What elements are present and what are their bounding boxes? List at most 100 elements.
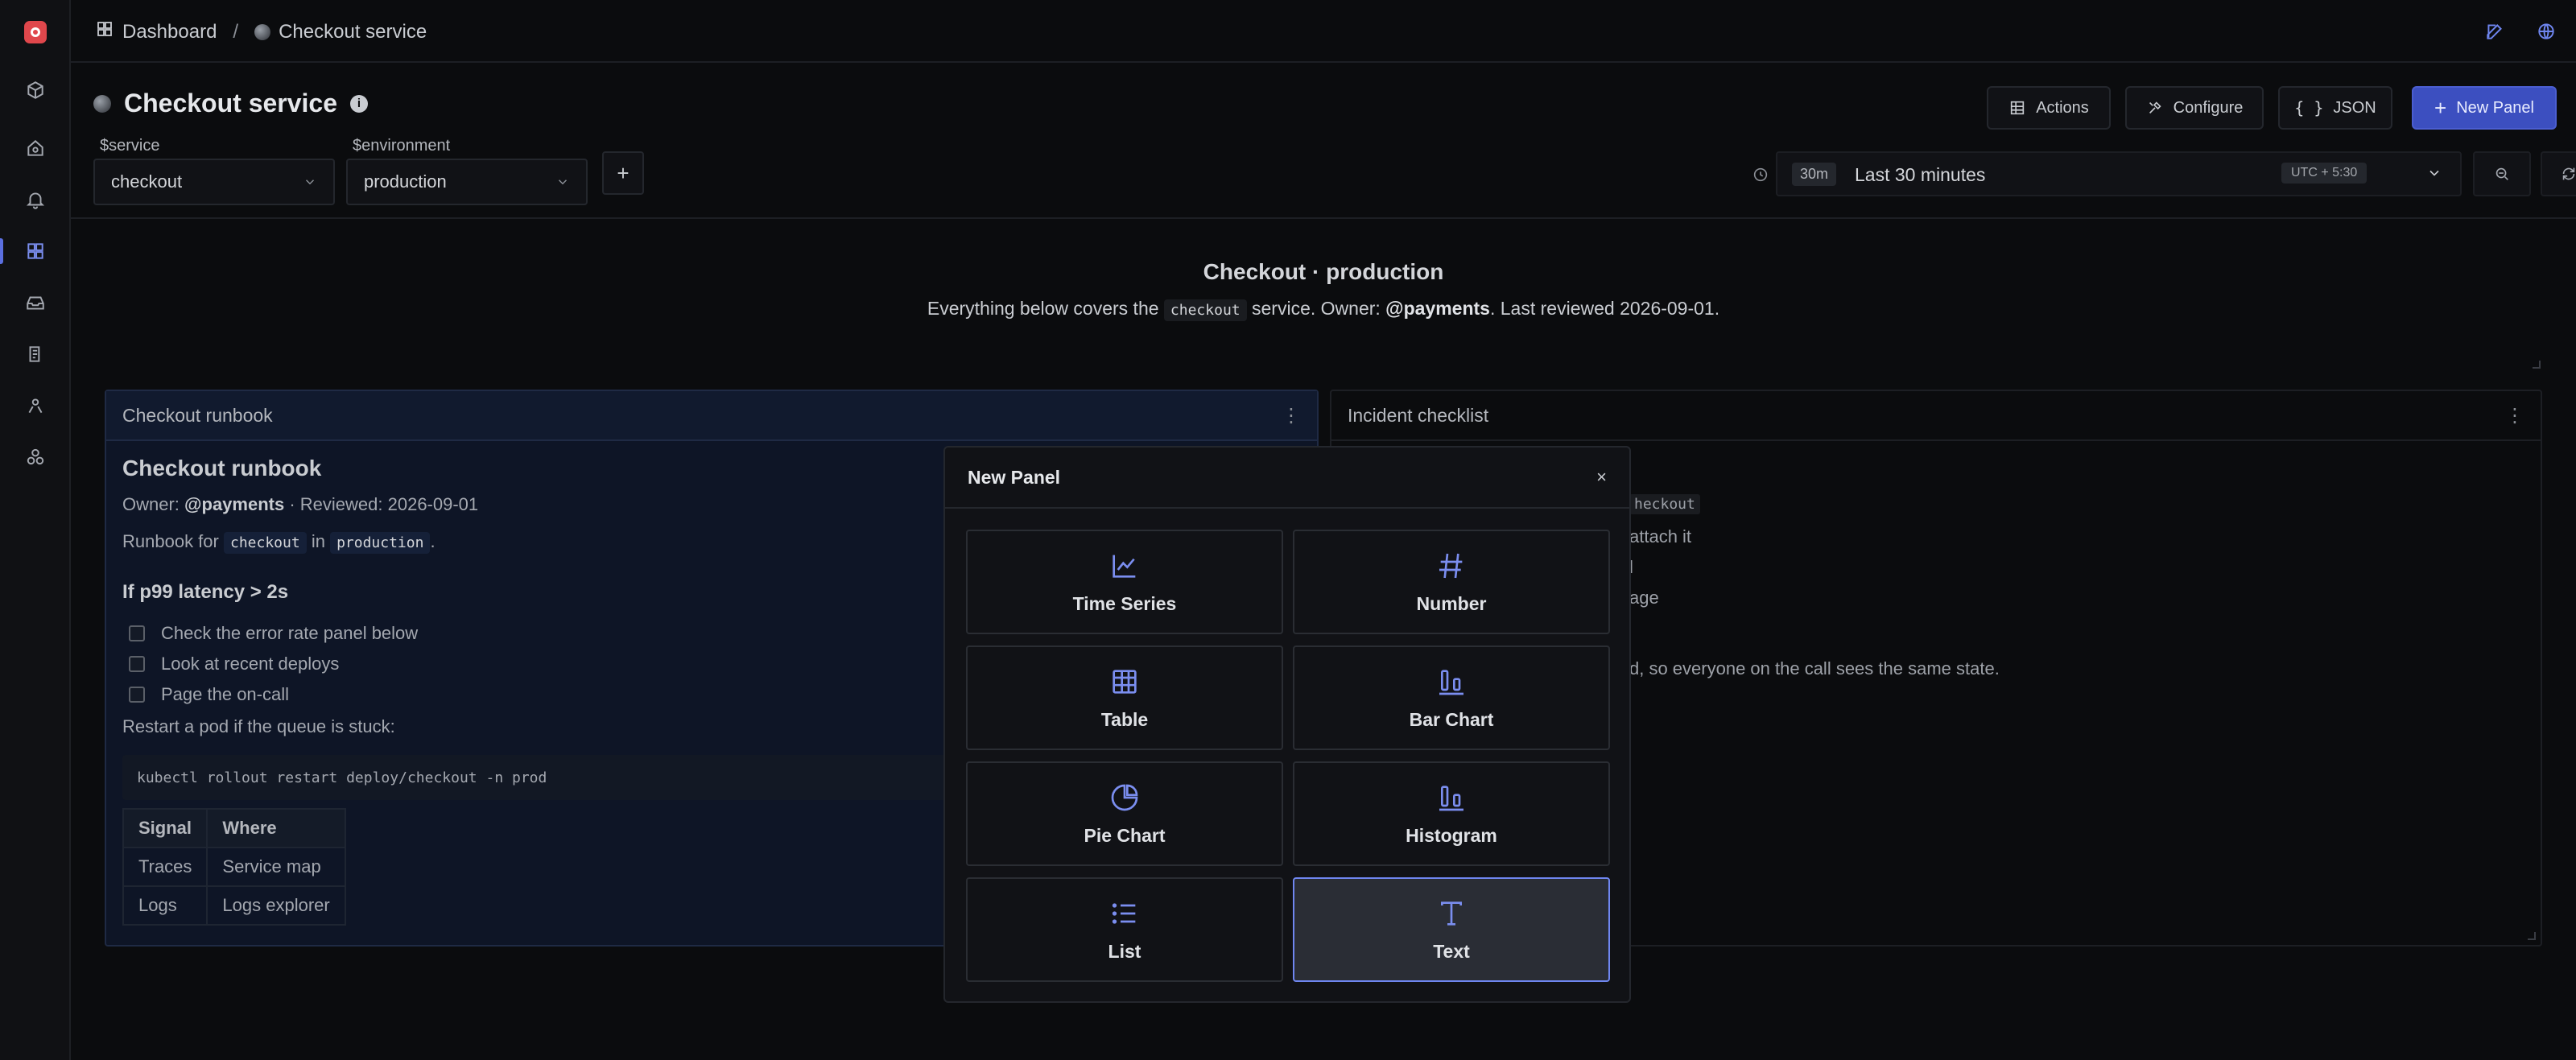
reviewed-date: · Reviewed: 2026-09-01 [289, 494, 479, 514]
subtitle-text: service. Owner: [1252, 298, 1381, 319]
panel-type-bar-chart[interactable]: Bar Chart [1293, 645, 1610, 750]
checklist-label: Look at recent deploys [161, 654, 340, 674]
time-range-label: Last 30 minutes [1855, 164, 1986, 185]
panel-type-label: Histogram [1406, 824, 1497, 846]
active-indicator [0, 238, 3, 264]
panel-type-number[interactable]: Number [1293, 530, 1610, 634]
runbook-heading: Checkout runbook [122, 456, 321, 481]
checklist-item[interactable]: Look at recent deploys [129, 649, 418, 679]
more-options-icon[interactable]: ⋮ [2505, 404, 2524, 427]
edit-icon[interactable] [2484, 21, 2505, 42]
table-cell: Logs [122, 885, 208, 926]
intro-code: production [330, 532, 431, 554]
table-cell: Logs explorer [206, 885, 346, 926]
intro-text: . [430, 531, 436, 551]
line-chart-icon [1113, 555, 1136, 578]
checklist-label: Page the on-call [161, 684, 289, 704]
time-range-picker[interactable]: 30m Last 30 minutes UTC + 5:30 [1776, 151, 2462, 196]
panel-type-pie-chart[interactable]: Pie Chart [966, 761, 1283, 866]
intro-code: checkout [223, 532, 307, 554]
service-icon [254, 23, 271, 40]
panel-type-label: Bar Chart [1409, 708, 1494, 730]
actions-button[interactable]: Actions [1987, 86, 2111, 130]
refresh-button[interactable] [2541, 151, 2576, 196]
dialog-header: New Panel × [945, 448, 1629, 509]
app-logo[interactable] [24, 21, 47, 43]
panel-type-label: Table [1100, 708, 1149, 730]
chevron-down-icon[interactable] [2426, 164, 2442, 180]
subtitle-code: checkout [1163, 299, 1247, 321]
runbook-intro: Runbook for checkout in production. [122, 531, 436, 554]
dashboards-icon [95, 19, 114, 44]
service-select[interactable]: checkout [93, 159, 335, 205]
checklist-item[interactable]: Check the error rate panel below [129, 618, 418, 649]
incident-text-fragment: d, so everyone on the call sees the same… [1629, 658, 2000, 678]
checklist-label: Check the error rate panel below [161, 623, 419, 643]
panel-type-label: Number [1416, 592, 1487, 614]
panel-type-table[interactable]: Table [966, 645, 1283, 750]
resize-handle[interactable] [2528, 932, 2536, 940]
zoom-out-button[interactable] [2473, 151, 2531, 196]
configure-label: Configure [2173, 98, 2244, 117]
plus-icon: + [617, 160, 630, 185]
incident-text-fragment: age [1629, 588, 1659, 608]
environment-select-value: production [364, 171, 447, 192]
info-icon[interactable]: i [350, 94, 369, 113]
new-panel-button[interactable]: + New Panel [2412, 86, 2557, 130]
page-title: Checkout service [124, 89, 338, 118]
table-icon [1113, 669, 1137, 694]
checklist-item[interactable]: Page the on-call [129, 679, 418, 710]
tools-icon [2149, 101, 2161, 114]
alerts-icon[interactable] [23, 187, 48, 212]
table-header-row: Signal Where [122, 808, 346, 848]
checkbox[interactable] [129, 656, 145, 672]
explore-icon[interactable] [23, 77, 48, 103]
chevron-down-icon [305, 179, 315, 185]
users-icon[interactable] [23, 393, 48, 419]
panel-type-label: List [1108, 940, 1141, 962]
logs-icon[interactable] [23, 341, 48, 367]
panel-type-histogram[interactable]: Histogram [1293, 761, 1610, 866]
panel-type-label: Text [1433, 940, 1470, 962]
json-button[interactable]: { } JSON [2278, 86, 2392, 130]
new-panel-dialog: New Panel × Time Series Number Table Bar… [943, 446, 1631, 1003]
service-icon [93, 94, 111, 113]
panel-type-list[interactable]: List [966, 877, 1283, 982]
table-header: Signal [122, 808, 208, 848]
braces-icon: { } [2294, 98, 2324, 118]
home-icon[interactable] [23, 135, 48, 161]
close-icon[interactable]: × [1596, 467, 1607, 488]
inbox-icon[interactable] [23, 290, 48, 316]
more-options-icon[interactable]: ⋮ [1282, 404, 1301, 427]
runbook-checklist: Check the error rate panel below Look at… [129, 618, 418, 710]
dashboard-text-title: Checkout · production [1203, 259, 1444, 284]
table-cell: Service map [206, 847, 346, 887]
panel-type-time-series[interactable]: Time Series [966, 530, 1283, 634]
environment-variable: $environment production [346, 137, 588, 205]
checkbox[interactable] [129, 687, 145, 703]
breadcrumb-separator: / [233, 20, 239, 43]
panel-title: Incident checklist [1348, 404, 1489, 426]
resize-handle[interactable] [2533, 361, 2541, 369]
integrations-icon[interactable] [23, 444, 48, 470]
add-variable-button[interactable]: + [602, 151, 644, 195]
json-label: JSON [2333, 98, 2376, 117]
panel-header: Checkout runbook ⋮ [106, 391, 1317, 441]
panel-header: Incident checklist ⋮ [1331, 391, 2541, 441]
hash-icon [1439, 553, 1463, 578]
globe-icon[interactable] [2536, 21, 2557, 42]
configure-button[interactable]: Configure [2125, 86, 2264, 130]
dashboards-icon[interactable] [23, 238, 48, 264]
timezone-badge[interactable]: UTC + 5:30 [2281, 163, 2368, 184]
breadcrumb-dashboard-link[interactable]: Dashboard [122, 21, 217, 43]
service-select-value: checkout [111, 171, 183, 192]
runbook-owner-line: Owner: @payments · Reviewed: 2026-09-01 [122, 494, 478, 515]
environment-select[interactable]: production [346, 159, 588, 205]
text-icon [1441, 901, 1462, 926]
incident-code-fragment: heckout [1629, 494, 1700, 514]
panel-type-text[interactable]: Text [1293, 877, 1610, 982]
actions-label: Actions [2036, 98, 2089, 117]
runbook-heading-text: Checkout runbook [122, 456, 322, 481]
intro-text: Runbook for [122, 531, 219, 551]
checkbox[interactable] [129, 625, 145, 641]
